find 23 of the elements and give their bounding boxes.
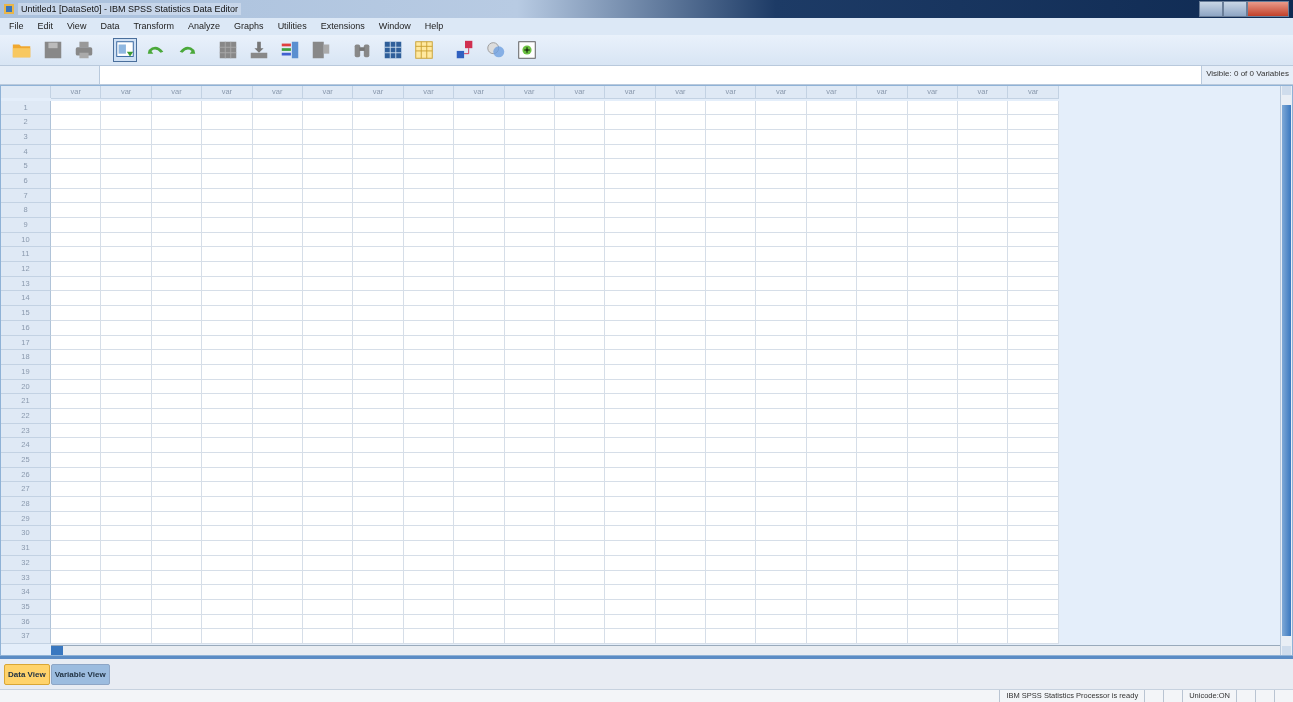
menu-item[interactable]: File	[2, 21, 31, 32]
menu-item[interactable]: Edit	[30, 21, 61, 32]
vertical-scrollbar[interactable]	[1280, 85, 1292, 656]
menu-item[interactable]: Graphs	[227, 21, 271, 32]
menu-item[interactable]: Window	[371, 21, 418, 32]
menu-item[interactable]: Data	[93, 21, 127, 32]
app-icon	[4, 4, 14, 14]
view-tab[interactable]: Data View	[4, 663, 50, 685]
horizontal-scrollbar[interactable]	[51, 645, 1280, 656]
view-tab[interactable]: Variable View	[50, 663, 110, 685]
close-button[interactable]	[1247, 1, 1289, 17]
menu-item[interactable]: Utilities	[270, 21, 314, 32]
menu-item[interactable]: View	[60, 21, 94, 32]
maximize-button[interactable]	[1223, 1, 1247, 17]
plus-icon	[516, 38, 538, 61]
spreadsheet-icon	[413, 38, 435, 61]
menu-item[interactable]: Analyze	[181, 21, 228, 32]
minimize-button[interactable]	[1199, 1, 1223, 17]
toolbar-button[interactable]	[113, 37, 137, 62]
window-title: Untitled1 [DataSet0] - IBM SPSS Statistics Data Editor	[18, 3, 242, 15]
menu-item[interactable]: Transform	[126, 21, 182, 32]
menu-item[interactable]: Help	[417, 21, 451, 32]
menu-item[interactable]: Extensions	[313, 21, 372, 32]
